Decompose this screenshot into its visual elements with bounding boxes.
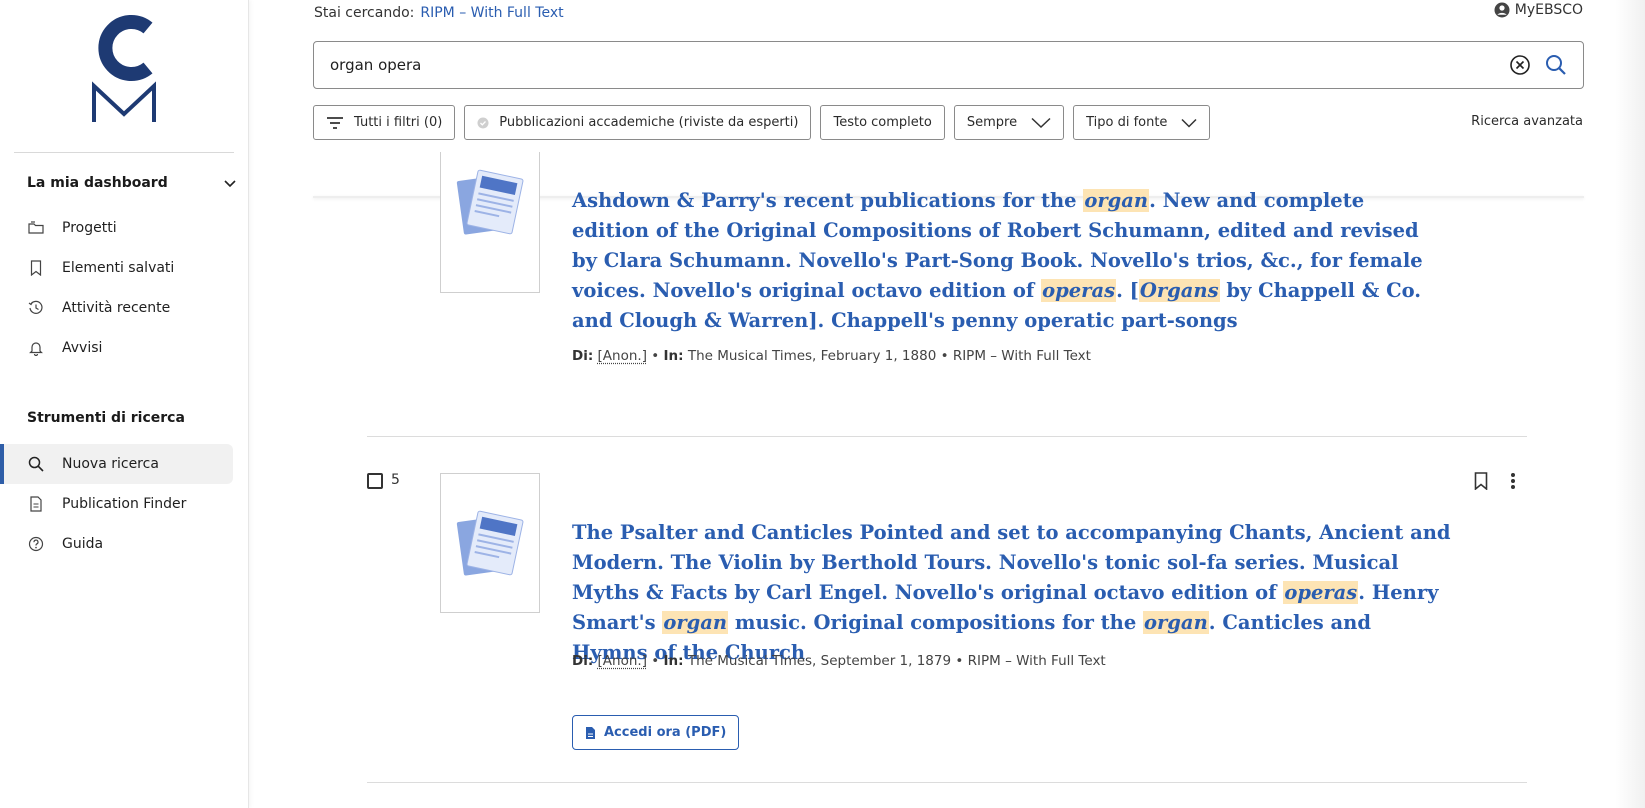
bookmark-icon (28, 260, 44, 276)
search-term-highlight: organ (1083, 189, 1150, 212)
search-icon[interactable] (1545, 54, 1567, 76)
scroll-edge-shadow (1615, 0, 1645, 808)
sidebar-item-label: Progetti (62, 220, 117, 236)
by-label: Di: (572, 348, 594, 364)
research-tools-header: Strumenti di ricerca (27, 410, 237, 426)
full-text-label: Testo completo (833, 115, 932, 130)
periodical-icon (456, 510, 524, 576)
search-term-highlight: operas (1283, 581, 1359, 604)
chevron-down-icon (224, 180, 236, 188)
author-link[interactable]: [Anon.] (598, 348, 647, 364)
account-label: MyEBSCO (1514, 2, 1583, 18)
result-meta: Di: [Anon.] • In: The Musical Times, Sep… (572, 653, 1106, 669)
advanced-search-link[interactable]: Ricerca avanzata (1471, 114, 1583, 129)
filter-icon (326, 116, 344, 130)
result-meta: Di: [Anon.] • In: The Musical Times, Feb… (572, 348, 1091, 364)
sidebar-item-label: Publication Finder (62, 496, 187, 512)
bookmark-icon[interactable] (1474, 472, 1488, 490)
all-filters-button[interactable]: Tutti i filtri (0) (313, 105, 456, 140)
source-type-dropdown[interactable]: Tipo di fonte (1073, 105, 1211, 140)
result-number: 5 (391, 472, 400, 488)
document-icon (28, 496, 44, 512)
user-icon (1494, 2, 1510, 18)
sidebar-item-saved[interactable]: Elementi salvati (0, 248, 233, 288)
peer-reviewed-label: Pubblicazioni accademiche (riviste da es… (499, 115, 799, 130)
all-filters-label: Tutti i filtri (0) (354, 115, 443, 130)
sidebar-item-label: Avvisi (62, 340, 103, 356)
result-title-link[interactable]: The Psalter and Canticles Pointed and se… (572, 518, 1452, 668)
dashboard-header: La mia dashboard (27, 175, 168, 191)
sidebar-item-label: Elementi salvati (62, 260, 175, 276)
search-term-highlight: operas (1041, 279, 1117, 302)
search-context-label: Stai cercando: (314, 5, 415, 21)
search-box (313, 41, 1584, 89)
database-link[interactable]: RIPM – With Full Text (420, 5, 563, 21)
tools-header: Strumenti di ricerca (27, 410, 185, 426)
result-thumbnail[interactable] (440, 473, 540, 613)
cm-logo[interactable] (88, 14, 160, 124)
access-pdf-button[interactable]: Accedi ora (PDF) (572, 715, 740, 750)
sidebar-item-alerts[interactable]: Avvisi (0, 328, 233, 368)
search-input[interactable] (330, 56, 1509, 74)
filter-bar: Tutti i filtri (0) Pubblicazioni accadem… (313, 105, 1211, 140)
select-result-checkbox[interactable] (367, 473, 383, 489)
periodical-icon (456, 169, 524, 235)
sidebar: La mia dashboard Progetti Elementi salva… (0, 0, 249, 808)
chevron-down-icon (1031, 117, 1051, 129)
sidebar-item-label: Attività recente (62, 300, 171, 316)
peer-reviewed-filter[interactable]: Pubblicazioni accademiche (riviste da es… (464, 105, 812, 140)
in-label: In: (663, 348, 684, 364)
search-icon (28, 456, 44, 472)
by-label: Di: (572, 653, 594, 669)
check-circle-icon (477, 117, 489, 129)
source-text: The Musical Times, September 1, 1879 • R… (687, 653, 1106, 669)
source-type-label: Tipo di fonte (1086, 115, 1168, 130)
date-filter-label: Sempre (966, 115, 1018, 130)
result-divider (367, 436, 1527, 437)
sidebar-item-help[interactable]: Guida (0, 524, 233, 564)
more-options-icon[interactable] (1510, 472, 1516, 490)
myebsco-account-button[interactable]: MyEBSCO (1494, 2, 1583, 18)
search-term-highlight: organ (1143, 611, 1209, 634)
sidebar-item-label: Guida (62, 536, 104, 552)
bell-icon (28, 340, 44, 356)
search-term-highlight: Organs (1138, 279, 1220, 302)
source-text: The Musical Times, February 1, 1880 • RI… (687, 348, 1091, 364)
sidebar-item-label: Nuova ricerca (62, 456, 159, 472)
clear-icon[interactable] (1509, 54, 1531, 76)
folder-icon (28, 220, 44, 236)
history-icon (28, 300, 44, 316)
pdf-button-label: Accedi ora (PDF) (604, 725, 727, 740)
search-term-highlight: organ (662, 611, 729, 634)
title-text: music. Original compositions for the (728, 611, 1144, 634)
sidebar-item-recent-activity[interactable]: Attività recente (0, 288, 233, 328)
chevron-down-icon (1181, 118, 1197, 128)
result-title-link[interactable]: Ashdown & Parry's recent publications fo… (572, 186, 1432, 336)
dashboard-section-toggle[interactable]: La mia dashboard (27, 175, 237, 191)
sidebar-divider (14, 152, 234, 153)
help-icon (28, 536, 44, 552)
pdf-icon (585, 726, 596, 740)
sidebar-item-publication-finder[interactable]: Publication Finder (0, 484, 233, 524)
result-thumbnail[interactable] (440, 152, 540, 293)
full-text-filter[interactable]: Testo completo (820, 105, 945, 140)
author-link[interactable]: [Anon.] (598, 653, 647, 669)
in-label: In: (663, 653, 684, 669)
title-text: Ashdown & Parry's recent publications fo… (572, 189, 1084, 212)
title-text: . [ (1116, 279, 1139, 302)
result-actions (1474, 472, 1516, 490)
sidebar-item-new-search[interactable]: Nuova ricerca (0, 444, 233, 484)
search-context: Stai cercando: RIPM – With Full Text (314, 5, 564, 21)
date-filter-dropdown[interactable]: Sempre (953, 105, 1065, 140)
sidebar-item-projects[interactable]: Progetti (0, 208, 233, 248)
result-divider (367, 782, 1527, 783)
